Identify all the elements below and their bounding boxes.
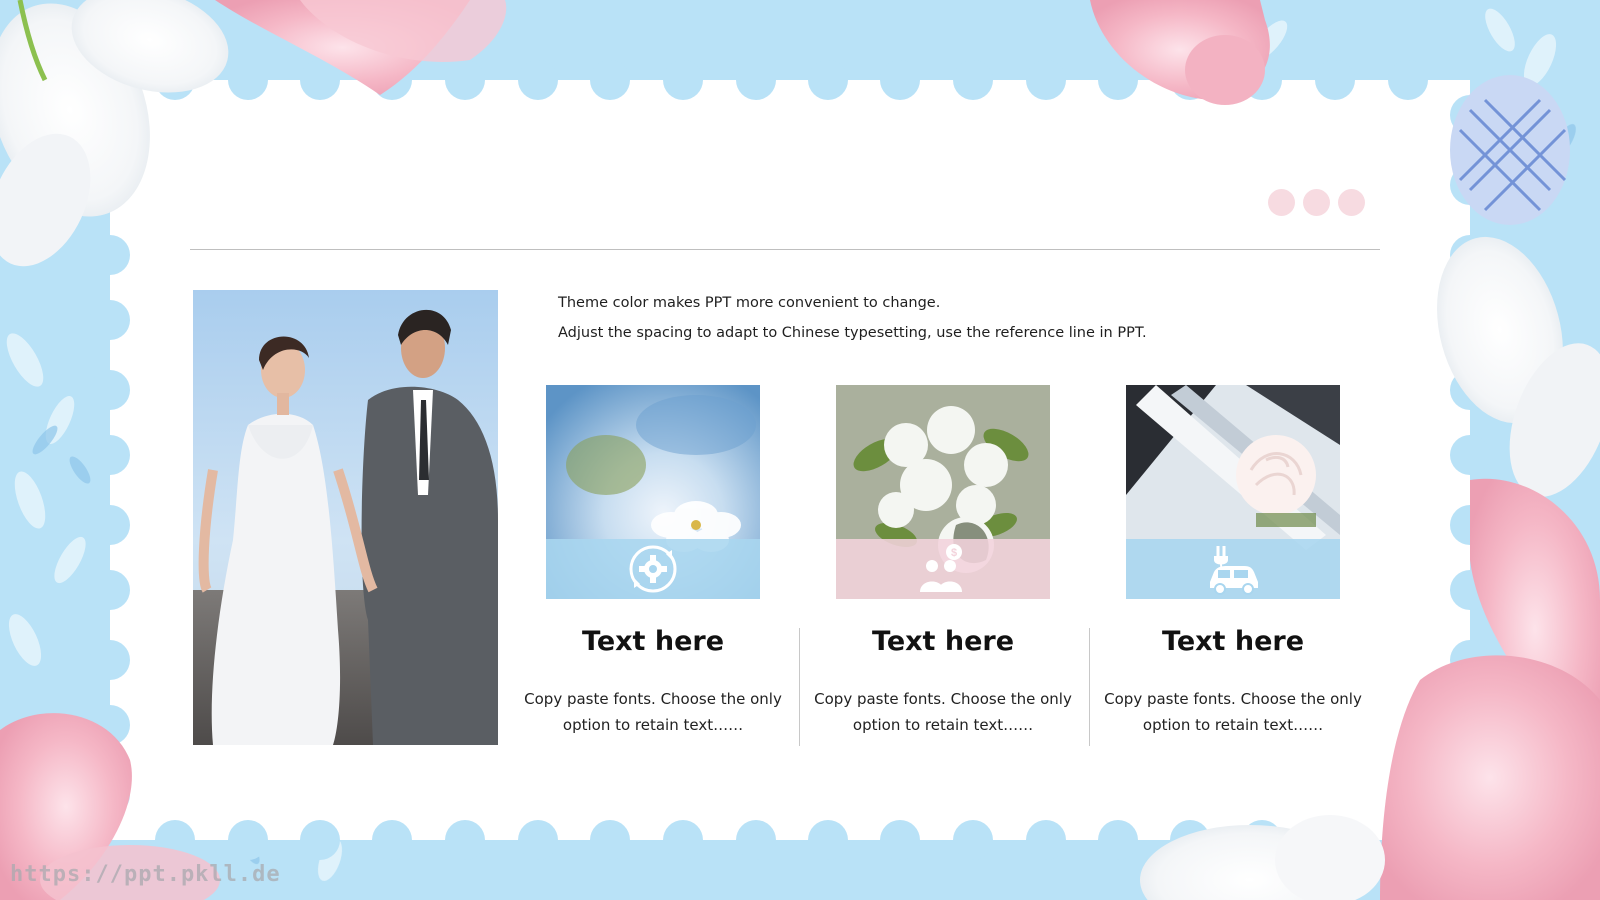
dot — [1338, 189, 1365, 216]
column-2-title: Text here — [871, 626, 1015, 657]
dot — [1268, 189, 1295, 216]
intro-text: Theme color makes PPT more convenient to… — [558, 288, 1147, 348]
watermark-url: https://ppt.pkll.de — [10, 862, 281, 887]
svg-text:$: $ — [951, 547, 957, 559]
column-2-body: Copy paste fonts. Choose the only option… — [814, 690, 1072, 734]
tile-band — [546, 539, 760, 599]
flower-tile-1 — [546, 385, 760, 599]
column-3-body: Copy paste fonts. Choose the only option… — [1104, 690, 1362, 734]
column-1-body: Copy paste fonts. Choose the only option… — [524, 690, 782, 734]
flower-tile-3 — [1126, 385, 1340, 599]
couple-photo — [193, 290, 498, 745]
tile-band — [1126, 539, 1340, 599]
header-rule — [190, 249, 1380, 250]
intro-line-1: Theme color makes PPT more convenient to… — [558, 295, 941, 311]
dot — [1303, 189, 1330, 216]
decorative-dots — [1268, 189, 1365, 216]
people-dollar-icon: $ — [920, 544, 962, 592]
gear-refresh-icon — [629, 545, 677, 593]
flower-tile-2: $ — [836, 385, 1050, 599]
column-3-title: Text here — [1161, 626, 1305, 657]
electric-car-icon — [1210, 546, 1258, 595]
tile-band: $ — [836, 539, 1050, 599]
column-1-title: Text here — [581, 626, 725, 657]
intro-line-2: Adjust the spacing to adapt to Chinese t… — [558, 325, 1147, 341]
